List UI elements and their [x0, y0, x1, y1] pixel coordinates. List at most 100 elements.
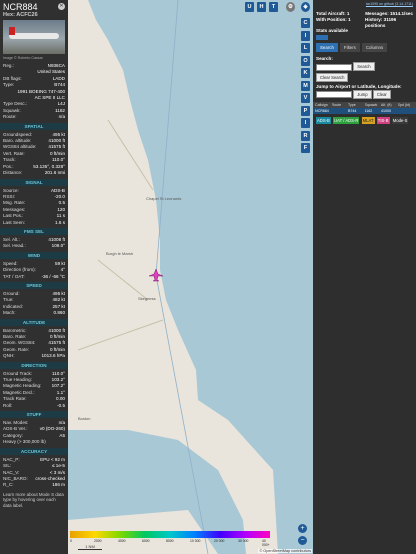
section-header[interactable]: STUFF — [0, 411, 68, 419]
clear-search-button[interactable]: Clear Search — [316, 73, 349, 83]
section-header[interactable]: SPEED — [0, 281, 68, 289]
legend-tick: 4000 — [118, 539, 126, 543]
aircraft-photo[interactable] — [3, 20, 65, 54]
detail-key: Sel. Head.: — [3, 243, 26, 249]
panel-tabs: Search Filters Columns — [316, 43, 413, 53]
detail-key: Distance: — [3, 170, 23, 176]
side-toolbar-button[interactable]: I — [301, 118, 310, 128]
detail-value: -0.5 — [57, 402, 65, 408]
table-cell — [332, 108, 349, 114]
detail-sections: SPATIAL Groundspeed: 495 kt Baro. altitude:… — [0, 122, 68, 489]
section-header[interactable]: ACCURACY — [0, 447, 68, 455]
map-label-1: Chapel St Leonards — [146, 196, 181, 201]
detail-key: QNH: — [3, 353, 15, 359]
tab-filters[interactable]: Filters — [339, 43, 360, 53]
callsign-title: NCR884 — [3, 2, 38, 12]
detail-value: 186 m — [52, 482, 65, 488]
detail-value: 1.6 s — [55, 219, 65, 225]
side-toolbar-button[interactable]: C — [301, 18, 310, 28]
detail-header: NCR884 Hex: ACFC26 ✕ — [0, 0, 68, 18]
aircraft-body — [9, 33, 59, 39]
side-toolbar-button[interactable]: K — [301, 68, 310, 78]
legend-tick: 6000 — [142, 539, 150, 543]
detail-value: 0.860 — [53, 310, 66, 316]
side-toolbar-button[interactable]: F — [301, 143, 310, 153]
badge-mlat[interactable]: MLAT — [361, 116, 375, 124]
toolbar-button-h[interactable]: H — [257, 2, 266, 12]
detail-value: 201.6 nmi — [44, 170, 65, 176]
badge-uat[interactable]: UAT / ADS-R — [333, 116, 360, 124]
section-header[interactable]: WIND — [0, 251, 68, 259]
search-button[interactable]: Search — [353, 62, 375, 72]
tab-search[interactable]: Search — [316, 43, 338, 53]
legend-tick: 0 — [70, 539, 72, 543]
detail-row: Heavy (> 300,000 lb) — [0, 439, 68, 445]
table-cell: 1162 — [364, 108, 373, 113]
badge-adsb[interactable]: ADS-B — [316, 116, 331, 124]
detail-row: Distance: 201.6 nmi — [0, 170, 68, 176]
stats-panel: tar1090 on github (3.14.1711) Total Airc… — [313, 0, 416, 554]
map-label-3: Skegness — [138, 296, 156, 301]
legend-tick: 2000 — [94, 539, 102, 543]
clear-button[interactable]: Clear — [372, 89, 391, 99]
map-view[interactable]: Chapel St Leonards Burgh le Marsh Skegne… — [68, 0, 313, 554]
table-row[interactable]: NCR884 B744 1162 41000 — [313, 107, 416, 114]
zoom-in-button[interactable]: + — [298, 524, 307, 533]
reg-row: Route: n/a — [0, 114, 68, 120]
detail-value: 1013.6 hPa — [41, 353, 65, 359]
layers-icon[interactable]: ◈ — [301, 2, 310, 12]
table-cell: 41000 — [381, 108, 391, 113]
legend-tick: 30 000 — [238, 539, 249, 543]
github-link[interactable]: tar1090 on github (3.14.1711) — [313, 0, 416, 8]
side-toolbar-button[interactable]: R — [301, 130, 310, 141]
side-toolbar-button[interactable]: I — [301, 30, 310, 41]
reg-value: n/a — [58, 114, 65, 120]
side-toolbar-button[interactable]: L — [301, 43, 310, 53]
stats-indicator — [316, 35, 328, 41]
settings-gear-icon[interactable]: ⚙ — [286, 2, 295, 12]
legend-tick: 8000 — [166, 539, 174, 543]
search-input[interactable] — [316, 63, 352, 71]
table-cell: B744 — [348, 108, 357, 113]
section-header[interactable]: SPATIAL — [0, 122, 68, 130]
aircraft-tail — [9, 27, 15, 35]
hex-id: Hex: ACFC26 — [3, 12, 38, 18]
section-header[interactable]: ALTITUDE — [0, 318, 68, 326]
jump-button[interactable]: Jump — [353, 89, 372, 99]
detail-key: Roll: — [3, 402, 13, 408]
detail-key: Heavy (> 300,000 lb) — [3, 439, 46, 445]
detail-value: A5 — [59, 432, 65, 438]
toolbar-button-t[interactable]: T — [269, 2, 278, 12]
badge-modes[interactable]: Mode-S — [391, 116, 409, 124]
reg-key: Type: — [3, 82, 15, 88]
aircraft-table: Callsign Route Type Squawk Alt. (ft) Spd (kt)… — [313, 101, 416, 114]
aircraft-stats: Total Aircraft: 1 Messages: 1514.1/sec Wit… — [313, 11, 416, 28]
map-canvas[interactable]: Chapel St Leonards Burgh le Marsh Skegne… — [68, 0, 313, 554]
side-toolbar-button[interactable]: O — [301, 55, 310, 66]
detail-key: Last Seen: — [3, 219, 25, 225]
footer-note: Learn more about Mode S data type by hov… — [3, 491, 64, 508]
detail-value: 109.0° — [51, 243, 65, 249]
badge-tisb[interactable]: TIS-B — [376, 116, 390, 124]
side-toolbar-button[interactable]: M — [301, 80, 310, 91]
toolbar-button-u[interactable]: U — [245, 2, 254, 12]
source-badges: ADS-B UAT / ADS-R MLAT TIS-B Mode-S — [313, 114, 416, 127]
section-header[interactable]: SIGNAL — [0, 178, 68, 186]
detail-key: TAT / OAT: — [3, 273, 25, 279]
scale-bar: 1 NM — [78, 544, 102, 550]
aircraft-detail-panel: NCR884 Hex: ACFC26 ✕ Image © Roberto Cas… — [0, 0, 68, 554]
zoom-out-button[interactable]: − — [298, 536, 307, 545]
close-icon[interactable]: ✕ — [58, 3, 65, 10]
stat-left: With Position: 1 — [316, 16, 351, 22]
side-toolbar-button[interactable]: V — [301, 93, 310, 103]
tab-columns[interactable]: Columns — [361, 43, 388, 53]
map-label-2: Burgh le Marsh — [106, 251, 133, 256]
detail-row: Last Seen: 1.6 s — [0, 220, 68, 226]
section-header[interactable]: FMS SEL — [0, 227, 68, 235]
detail-key: R_C: — [3, 482, 14, 488]
section-header[interactable]: DIRECTION — [0, 361, 68, 369]
reg-key: Reg.: — [3, 63, 14, 68]
detail-key: Mach: — [3, 310, 16, 316]
jump-input[interactable] — [316, 91, 352, 99]
side-toolbar-button[interactable]: P — [301, 105, 310, 116]
